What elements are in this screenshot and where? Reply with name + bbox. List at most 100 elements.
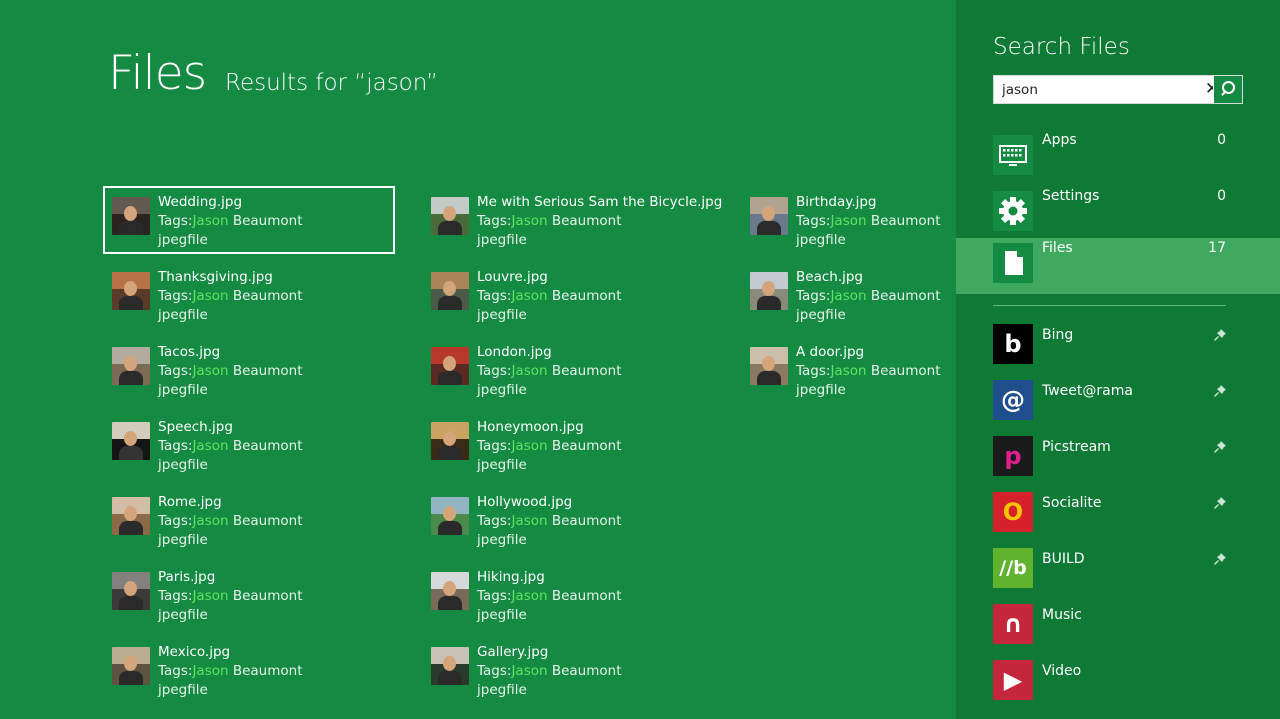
tags-label: Tags: [796,213,831,229]
tag-rest: Beaumont [228,513,303,529]
file-result-item[interactable]: London.jpg Tags:Jason Beaumont jpegfile [423,337,713,403]
tag-highlight: Jason [511,438,548,454]
file-name: Speech.jpg [158,419,233,435]
file-type: jpegfile [158,682,208,698]
file-name: Birthday.jpg [796,194,877,210]
tag-rest: Beaumont [547,363,622,379]
tags-label: Tags: [477,663,512,679]
file-tags: Tags:Jason Beaumont [158,662,303,681]
file-name: Gallery.jpg [477,644,549,660]
scope-name: Apps [1042,132,1077,148]
app-glyph: //b [999,557,1027,579]
tags-label: Tags: [158,438,193,454]
file-meta: Gallery.jpg Tags:Jason Beaumont jpegfile [477,643,622,700]
file-name: Hiking.jpg [477,569,545,585]
scope-name: Settings [1042,188,1100,204]
tag-highlight: Jason [192,588,229,604]
app-item-bing[interactable]: b Bing [956,324,1280,380]
file-tags: Tags:Jason Beaumont [477,662,622,681]
pin-icon[interactable] [1214,553,1226,565]
app-item-build[interactable]: //b BUILD [956,548,1280,604]
tags-label: Tags: [158,588,193,604]
file-thumbnail [431,272,469,310]
file-result-item[interactable]: Hollywood.jpg Tags:Jason Beaumont jpegfile [423,487,713,553]
tags-label: Tags: [477,438,512,454]
file-type: jpegfile [158,607,208,623]
tag-highlight: Jason [511,213,548,229]
headphones-icon: ∩ [993,604,1033,644]
file-result-item[interactable]: Honeymoon.jpg Tags:Jason Beaumont jpegfile [423,412,713,478]
file-result-item[interactable]: Mexico.jpg Tags:Jason Beaumont jpegfile [104,637,394,703]
scope-apps[interactable]: Apps 0 [956,130,1280,186]
video-icon: ▶ [993,660,1033,700]
tag-highlight: Jason [830,363,867,379]
file-meta: Thanksgiving.jpg Tags:Jason Beaumont jpegf… [158,268,303,325]
file-meta: Paris.jpg Tags:Jason Beaumont jpegfile [158,568,303,625]
pin-icon[interactable] [1214,385,1226,397]
pin-icon[interactable] [1214,441,1226,453]
app-name: Bing [1042,327,1074,343]
file-tags: Tags:Jason Beaumont [477,587,622,606]
file-thumbnail [431,422,469,460]
tag-rest: Beaumont [866,363,941,379]
app-item-tweet-rama[interactable]: @ Tweet@rama [956,380,1280,436]
app-item-picstream[interactable]: p Picstream [956,436,1280,492]
file-meta: Beach.jpg Tags:Jason Beaumont jpegfile [796,268,941,325]
file-tags: Tags:Jason Beaumont [477,362,622,381]
page-title: Files [108,46,207,101]
file-type: jpegfile [796,307,846,323]
file-name: Wedding.jpg [158,194,243,210]
app-name: BUILD [1042,551,1085,567]
search-input[interactable] [994,76,1222,103]
tags-label: Tags: [477,363,512,379]
scope-count: 17 [1208,240,1226,256]
file-result-item[interactable]: Paris.jpg Tags:Jason Beaumont jpegfile [104,562,394,628]
file-result-item[interactable]: Hiking.jpg Tags:Jason Beaumont jpegfile [423,562,713,628]
file-meta: Mexico.jpg Tags:Jason Beaumont jpegfile [158,643,303,700]
file-name: Paris.jpg [158,569,216,585]
divider [993,305,1226,306]
scope-files[interactable]: Files 17 [956,238,1280,294]
file-tags: Tags:Jason Beaumont [477,287,622,306]
pin-icon[interactable] [1214,497,1226,509]
tags-label: Tags: [477,213,512,229]
socialite-icon: O [993,492,1033,532]
pin-icon[interactable] [1214,329,1226,341]
file-result-item[interactable]: Thanksgiving.jpg Tags:Jason Beaumont jpegf… [104,262,394,328]
tag-highlight: Jason [192,363,229,379]
file-result-item[interactable]: Louvre.jpg Tags:Jason Beaumont jpegfile [423,262,713,328]
file-tags: Tags:Jason Beaumont [796,362,941,381]
file-result-item[interactable]: Wedding.jpg Tags:Jason Beaumont jpegfile [103,186,395,254]
file-result-item[interactable]: Me with Serious Sam the Bicycle.jpg Tags:… [423,187,722,253]
tweetarama-icon: @ [993,380,1033,420]
file-thumbnail [431,497,469,535]
file-name: Rome.jpg [158,494,222,510]
file-thumbnail [112,272,150,310]
file-result-item[interactable]: Tacos.jpg Tags:Jason Beaumont jpegfile [104,337,394,403]
tag-highlight: Jason [192,438,229,454]
app-item-socialite[interactable]: O Socialite [956,492,1280,548]
file-meta: A door.jpg Tags:Jason Beaumont jpegfile [796,343,941,400]
file-icon [993,243,1033,283]
search-button[interactable] [1213,76,1242,103]
app-name: Video [1042,663,1082,679]
scope-settings[interactable]: Settings 0 [956,186,1280,242]
file-name: London.jpg [477,344,552,360]
app-item-video[interactable]: ▶ Video [956,660,1280,716]
file-type: jpegfile [477,382,527,398]
app-item-music[interactable]: ∩ Music [956,604,1280,660]
tag-rest: Beaumont [547,513,622,529]
results-column-2: Me with Serious Sam the Bicycle.jpg Tags:… [423,187,723,712]
file-result-item[interactable]: Rome.jpg Tags:Jason Beaumont jpegfile [104,487,394,553]
tag-highlight: Jason [511,513,548,529]
search-pane-title: Search Files [993,34,1130,60]
file-result-item[interactable]: Speech.jpg Tags:Jason Beaumont jpegfile [104,412,394,478]
file-thumbnail [112,197,150,235]
tag-rest: Beaumont [866,288,941,304]
results-column-1: Wedding.jpg Tags:Jason Beaumont jpegfile Th… [103,186,404,712]
tag-highlight: Jason [511,288,548,304]
file-meta: Birthday.jpg Tags:Jason Beaumont jpegfile [796,193,941,250]
file-result-item[interactable]: Gallery.jpg Tags:Jason Beaumont jpegfile [423,637,713,703]
file-meta: London.jpg Tags:Jason Beaumont jpegfile [477,343,622,400]
app-name: Socialite [1042,495,1102,511]
